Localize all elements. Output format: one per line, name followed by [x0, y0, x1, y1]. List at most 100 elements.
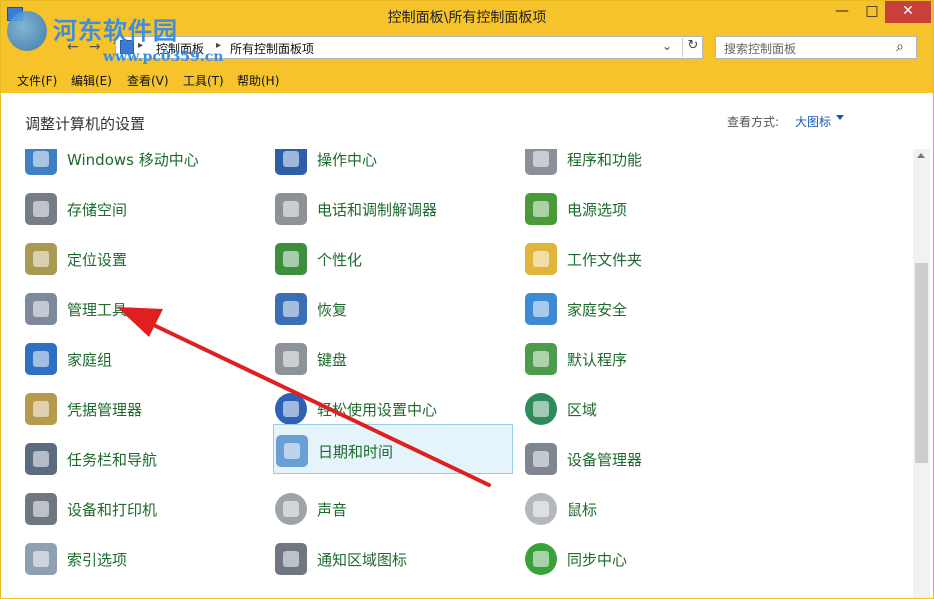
item-sound[interactable]: 声音 — [273, 486, 513, 532]
scrollbar-thumb[interactable] — [915, 263, 928, 463]
item-personalization[interactable]: 个性化 — [273, 236, 513, 282]
watermark-name: 河东软件园 — [53, 16, 178, 45]
item-keyboard[interactable]: 键盘 — [273, 336, 513, 382]
item-label: 凭据管理器 — [67, 401, 143, 419]
address-dropdown-icon[interactable]: ⌄ — [662, 39, 672, 53]
watermark-logo-icon — [7, 11, 47, 51]
item-devices-printers[interactable]: 设备和打印机 — [23, 486, 263, 532]
item-label: 鼠标 — [567, 501, 598, 519]
menu-file[interactable]: 文件(F) — [17, 72, 57, 89]
menu-tools[interactable]: 工具(T) — [183, 72, 224, 89]
menu-edit[interactable]: 编辑(E) — [71, 72, 112, 89]
menu-help[interactable]: 帮助(H) — [237, 72, 279, 89]
item-label: 同步中心 — [567, 551, 628, 569]
item-label: 日期和时间 — [318, 443, 394, 461]
item-label: 默认程序 — [567, 351, 628, 369]
item-sync-center[interactable]: 同步中心 — [523, 536, 763, 582]
speaker-icon — [275, 493, 307, 525]
item-windows-mobility-center[interactable]: Windows 移动中心 — [23, 149, 263, 182]
notification-area-icon — [275, 543, 307, 575]
scroll-up-icon[interactable] — [917, 153, 925, 158]
search-icon[interactable]: ⌕ — [896, 39, 904, 55]
item-indexing-options[interactable]: 索引选项 — [23, 536, 263, 582]
chevron-down-icon[interactable] — [836, 115, 844, 120]
refresh-icon[interactable]: ↻ — [682, 38, 703, 57]
content-area: 调整计算机的设置 查看方式: 大图标 Windows 移动中心 操作中心 程序和… — [1, 93, 933, 598]
magnifier-icon — [25, 543, 57, 575]
sync-icon — [525, 543, 557, 575]
admin-tools-icon — [25, 293, 57, 325]
item-label: 设备管理器 — [567, 451, 643, 469]
globe-icon — [525, 393, 557, 425]
item-label: 电话和调制解调器 — [317, 201, 438, 219]
item-default-programs[interactable]: 默认程序 — [523, 336, 763, 382]
item-phone-modem[interactable]: 电话和调制解调器 — [273, 186, 513, 232]
maximize-button[interactable]: □ — [857, 1, 887, 23]
vertical-scrollbar[interactable] — [913, 149, 930, 598]
item-label: 程序和功能 — [567, 151, 643, 169]
item-label: 家庭安全 — [567, 301, 628, 319]
item-family-safety[interactable]: 家庭安全 — [523, 286, 763, 332]
default-programs-icon — [525, 343, 557, 375]
item-label: 声音 — [317, 501, 348, 519]
item-label: 存储空间 — [67, 201, 128, 219]
item-label: 操作中心 — [317, 151, 378, 169]
item-taskbar-navigation[interactable]: 任务栏和导航 — [23, 436, 263, 482]
device-manager-icon — [525, 443, 557, 475]
item-location-settings[interactable]: 定位设置 — [23, 236, 263, 282]
item-date-time[interactable]: 日期和时间 — [273, 424, 513, 474]
item-programs-features[interactable]: 程序和功能 — [523, 149, 763, 182]
item-device-manager[interactable]: 设备管理器 — [523, 436, 763, 482]
homegroup-icon — [25, 343, 57, 375]
view-by-dropdown[interactable]: 大图标 — [795, 113, 831, 130]
personalization-icon — [275, 243, 307, 275]
recovery-icon — [275, 293, 307, 325]
minimize-button[interactable]: — — [827, 1, 857, 23]
folder-icon — [525, 243, 557, 275]
site-watermark: 河东软件园 www.pc0359.cn — [5, 5, 223, 65]
control-panel-window: 控制面板\所有控制面板项 — □ ✕ ←→↑ ▸ 控制面板 ▸ 所有控制面板项 … — [0, 0, 934, 598]
item-label: 电源选项 — [567, 201, 628, 219]
item-action-center[interactable]: 操作中心 — [273, 149, 513, 182]
item-mouse[interactable]: 鼠标 — [523, 486, 763, 532]
item-recovery[interactable]: 恢复 — [273, 286, 513, 332]
phone-icon — [275, 193, 307, 225]
item-region[interactable]: 区域 — [523, 386, 763, 432]
menu-bar: 文件(F) 编辑(E) 查看(V) 工具(T) 帮助(H) — [1, 65, 933, 93]
item-label: 工作文件夹 — [567, 251, 643, 269]
item-homegroup[interactable]: 家庭组 — [23, 336, 263, 382]
family-safety-icon — [525, 293, 557, 325]
calendar-clock-icon — [276, 435, 308, 467]
item-label: 任务栏和导航 — [67, 451, 158, 469]
mobility-center-icon — [25, 149, 57, 175]
storage-icon — [25, 193, 57, 225]
item-label: 恢复 — [317, 301, 348, 319]
programs-icon — [525, 149, 557, 175]
search-input[interactable]: 搜索控制面板 ⌕ — [715, 36, 917, 59]
location-icon — [25, 243, 57, 275]
item-label: 设备和打印机 — [67, 501, 158, 519]
breadcrumb-all-items[interactable]: 所有控制面板项 — [230, 40, 314, 57]
item-power-options[interactable]: 电源选项 — [523, 186, 763, 232]
item-label: 管理工具 — [67, 301, 128, 319]
watermark-url: www.pc0359.cn — [103, 49, 224, 65]
keyboard-icon — [275, 343, 307, 375]
safe-icon — [25, 393, 57, 425]
item-credential-manager[interactable]: 凭据管理器 — [23, 386, 263, 432]
item-label: 键盘 — [317, 351, 348, 369]
battery-icon — [525, 193, 557, 225]
item-notification-icons[interactable]: 通知区域图标 — [273, 536, 513, 582]
item-label: 个性化 — [317, 251, 363, 269]
mouse-icon — [525, 493, 557, 525]
menu-view[interactable]: 查看(V) — [127, 72, 169, 89]
item-work-folders[interactable]: 工作文件夹 — [523, 236, 763, 282]
item-label: 索引选项 — [67, 551, 128, 569]
item-administrative-tools[interactable]: 管理工具 — [23, 286, 263, 332]
item-storage-spaces[interactable]: 存储空间 — [23, 186, 263, 232]
item-label: 通知区域图标 — [317, 551, 408, 569]
items-grid: Windows 移动中心 操作中心 程序和功能 存储空间 电话和调制解调器 电源… — [1, 149, 913, 598]
item-label: Windows 移动中心 — [67, 151, 199, 169]
page-title: 调整计算机的设置 — [25, 115, 146, 133]
ease-of-access-icon — [275, 393, 307, 425]
close-button[interactable]: ✕ — [885, 1, 931, 23]
